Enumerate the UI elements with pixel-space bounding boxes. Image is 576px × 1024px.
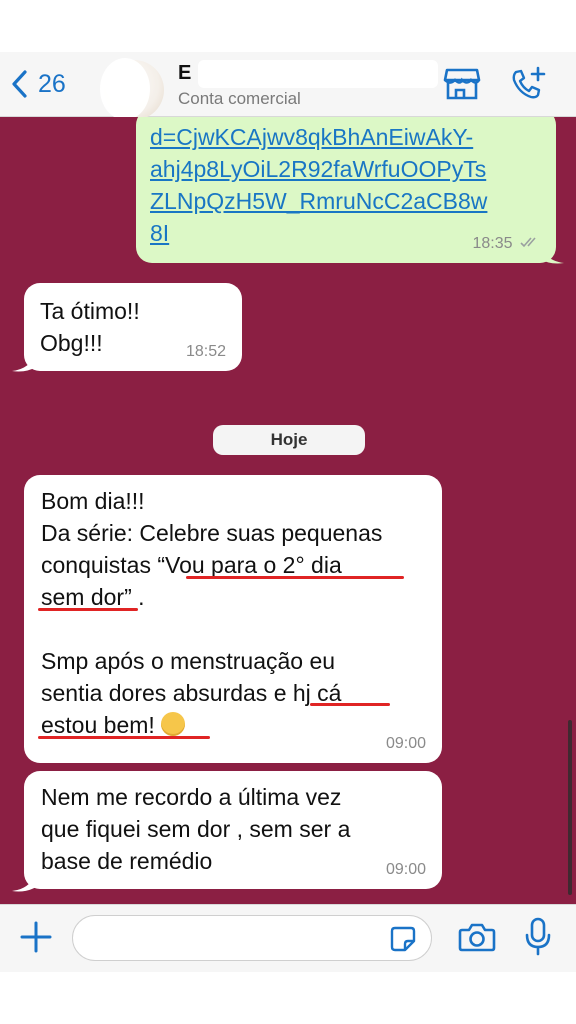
message-text: Da série: Celebre suas pequenas bbox=[41, 520, 383, 546]
call-button[interactable] bbox=[508, 66, 548, 107]
chat-header: 26 E Conta comercial bbox=[0, 52, 576, 120]
sticker-button[interactable] bbox=[389, 925, 417, 958]
status-area bbox=[0, 0, 576, 52]
highlight-underline bbox=[186, 576, 404, 579]
unread-count: 26 bbox=[38, 69, 66, 98]
message-link-line[interactable]: ahj4p8LyOiL2R92faWrfuOOPyTs bbox=[150, 153, 542, 185]
contact-name[interactable]: E bbox=[178, 62, 191, 85]
back-button[interactable]: 26 bbox=[10, 66, 66, 102]
message-time: 18:35 bbox=[473, 235, 543, 253]
message-text: Bom dia!!! bbox=[41, 488, 145, 514]
contact-subtitle: Conta comercial bbox=[178, 89, 301, 108]
scrollbar[interactable] bbox=[568, 720, 572, 895]
plus-icon bbox=[20, 921, 52, 953]
camera-button[interactable] bbox=[458, 921, 496, 958]
home-indicator-area bbox=[0, 972, 576, 1024]
message-link-line[interactable]: d=CjwKCAjwv8qkBhAnEiwAkY- bbox=[150, 121, 542, 153]
message-time-text: 18:35 bbox=[472, 235, 513, 252]
bubble-tail bbox=[540, 245, 564, 264]
message-time: 09:00 bbox=[385, 861, 426, 878]
highlight-underline bbox=[310, 703, 390, 706]
avatar-redaction bbox=[100, 58, 150, 120]
incoming-message[interactable]: Bom dia!!! Da série: Celebre suas pequen… bbox=[24, 475, 442, 763]
highlight-underline bbox=[38, 608, 138, 611]
date-separator: Hoje bbox=[213, 425, 365, 455]
bubble-tail bbox=[12, 873, 36, 892]
message-text: Ta ótimo!! bbox=[40, 298, 140, 324]
message-text: Smp após o menstruação eu bbox=[41, 648, 336, 674]
store-button[interactable] bbox=[442, 66, 482, 107]
microphone-button[interactable] bbox=[524, 917, 552, 962]
incoming-message[interactable]: Nem me recordo a última vez que fiquei s… bbox=[24, 771, 442, 889]
bubble-tail bbox=[12, 353, 36, 372]
sticker-icon bbox=[390, 926, 416, 952]
double-check-icon bbox=[520, 237, 536, 248]
highlight-underline bbox=[38, 736, 210, 739]
phone-plus-icon bbox=[512, 66, 546, 99]
name-redaction bbox=[198, 60, 438, 88]
message-time: 09:00 bbox=[385, 735, 426, 752]
pleading-face-emoji bbox=[161, 711, 186, 736]
message-text: base de remédio bbox=[41, 848, 213, 874]
chat-area[interactable]: d=CjwKCAjwv8qkBhAnEiwAkY- ahj4p8LyOiL2R9… bbox=[0, 117, 576, 904]
message-text: Nem me recordo a última vez bbox=[41, 784, 342, 810]
microphone-icon bbox=[525, 917, 551, 956]
store-icon bbox=[443, 68, 481, 100]
attach-button[interactable] bbox=[18, 919, 54, 960]
camera-icon bbox=[458, 923, 496, 952]
message-time: 18:52 bbox=[185, 343, 226, 360]
composer-bar bbox=[0, 904, 576, 973]
chevron-left-icon bbox=[12, 70, 27, 98]
incoming-message[interactable]: Ta ótimo!! Obg!!! 18:52 bbox=[24, 283, 242, 371]
message-input[interactable] bbox=[89, 916, 393, 962]
message-link-line[interactable]: ZLNpQzH5W_RmruNcC2aCB8w bbox=[150, 185, 542, 217]
message-text: estou bem! bbox=[41, 712, 155, 738]
outgoing-message-link[interactable]: d=CjwKCAjwv8qkBhAnEiwAkY- ahj4p8LyOiL2R9… bbox=[136, 117, 556, 263]
message-input-wrapper bbox=[72, 915, 432, 962]
message-text: que fiquei sem dor , sem ser a bbox=[41, 816, 351, 842]
